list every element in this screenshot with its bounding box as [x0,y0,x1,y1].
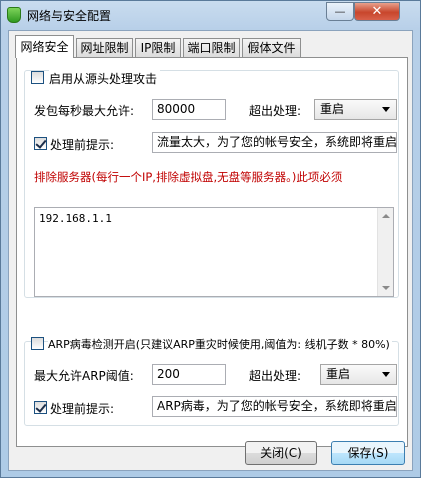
tab-panel: 启用从源头处理攻击 发包每秒最大允许: 80000 超出处理: 重启 处理前提示… [16,57,408,447]
arp-exceed-action-value: 重启 [326,367,351,381]
window-client: 网络安全 网址限制 IP限制 端口限制 假体文件 启用从源头处理攻击 发包每秒最… [8,30,413,471]
scroll-down-icon[interactable] [382,286,390,290]
tab-url-limit[interactable]: 网址限制 [76,38,133,57]
window-title: 网络与安全配置 [27,9,112,23]
exclude-servers-note: 排除服务器(每行一个IP,排除虚拟盘,无盘等服务器。)此项必须 [34,170,343,184]
prompt-checkbox[interactable] [34,137,47,150]
arp-exceed-action-select[interactable]: 重启 [320,364,397,385]
tab-fake-file[interactable]: 假体文件 [242,38,301,57]
minimize-button[interactable]: — [326,2,354,21]
arp-exceed-action-label: 超出处理: [249,369,302,383]
config-window: 网络与安全配置 — ✕ 网络安全 网址限制 IP限制 端口限制 假体文件 启用从… [0,0,421,478]
save-button[interactable]: 保存(S) [331,441,405,465]
enable-source-checkbox[interactable] [31,71,44,84]
tab-network-security[interactable]: 网络安全 [15,35,74,58]
minimize-icon: — [334,5,346,18]
exceed-action-value: 重启 [320,102,345,116]
exceed-action-select[interactable]: 重启 [314,99,397,120]
max-packets-label: 发包每秒最大允许: [34,104,135,118]
close-icon: ✕ [371,4,383,19]
enable-source-label: 启用从源头处理攻击 [49,70,161,87]
arp-prompt-checkbox[interactable] [34,401,47,414]
exclude-servers-text: 192.168.1.1 [39,212,112,225]
close-window-button[interactable]: ✕ [354,2,400,21]
max-packets-input[interactable]: 80000 [152,99,226,120]
arp-prompt-label: 处理前提示: [50,402,115,416]
exclude-servers-textarea[interactable]: 192.168.1.1 [34,207,394,297]
arp-threshold-input[interactable]: 200 [152,364,226,385]
chevron-down-icon [382,107,390,112]
arp-threshold-label: 最大允许ARP阈值: [34,369,134,383]
arp-enable-checkbox[interactable] [31,337,44,350]
arp-enable-label: ARP病毒检测开启(只建议ARP重灾时候使用,阈值为: 线机子数 * 80%) [48,336,392,352]
title-bar: 网络与安全配置 — ✕ [1,1,420,29]
prompt-label: 处理前提示: [50,138,115,152]
close-button[interactable]: 关闭(C) [245,441,317,465]
exceed-action-label: 超出处理: [249,104,302,118]
tab-port-limit[interactable]: 端口限制 [183,38,240,57]
shield-icon [7,7,21,23]
tab-ip-limit[interactable]: IP限制 [135,38,181,57]
arp-prompt-message-input[interactable]: ARP病毒，为了您的帐号安全，系统即将重启。 [152,396,397,417]
textarea-scrollbar[interactable] [377,208,393,296]
prompt-message-input[interactable]: 流量太大，为了您的帐号安全，系统即将重启 [152,132,397,153]
chevron-down-icon [382,372,390,377]
scroll-up-icon[interactable] [382,214,390,218]
